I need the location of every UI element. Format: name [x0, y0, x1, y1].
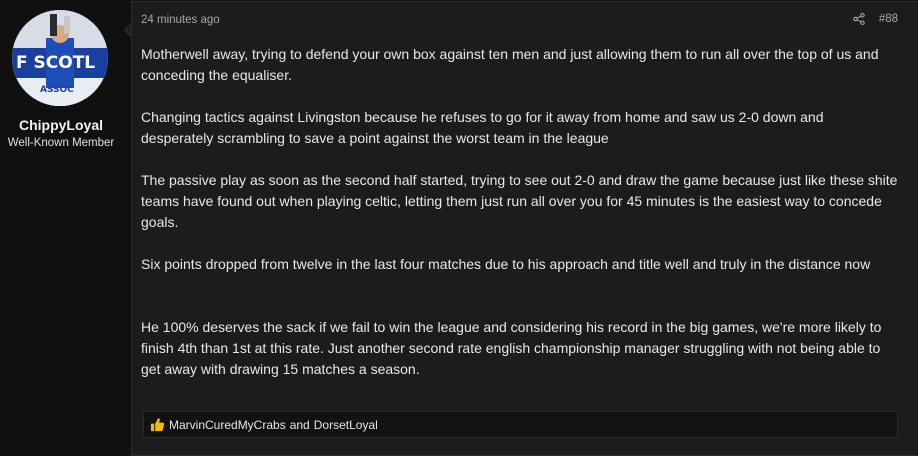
avatar[interactable]: F SCOTL ASSOC	[12, 10, 108, 106]
share-icon[interactable]	[853, 13, 865, 25]
reaction-conjunction: and	[289, 417, 310, 432]
post-timestamp[interactable]: 24 minutes ago	[141, 14, 220, 26]
message-body: Motherwell away, trying to defend your o…	[141, 44, 899, 380]
user-sidebar: F SCOTL ASSOC ChippyLoyal Well-Known Mem…	[0, 0, 122, 456]
post-paragraph: Motherwell away, trying to defend your o…	[141, 46, 879, 83]
message-cell: 24 minutes ago #88 Motherwell away, tryi…	[131, 1, 918, 456]
post-paragraph: Changing tactics against Livingston beca…	[141, 109, 824, 146]
post-paragraph: He 100% deserves the sack if we fail to …	[141, 319, 882, 377]
user-title: Well-Known Member	[7, 137, 115, 149]
message-meta: 24 minutes ago #88	[141, 13, 898, 29]
post-paragraph: The passive play as soon as the second h…	[141, 172, 898, 230]
post-number-link[interactable]: #88	[879, 13, 898, 25]
username[interactable]: ChippyLoyal	[0, 117, 122, 133]
reaction-user-link[interactable]: MarvinCuredMyCrabs	[169, 418, 286, 432]
reactions-bar: MarvinCuredMyCrabs and DorsetLoyal	[143, 411, 898, 438]
forum-post: F SCOTL ASSOC ChippyLoyal Well-Known Mem…	[0, 0, 918, 456]
thumbs-up-icon	[150, 417, 165, 432]
reaction-user-link[interactable]: DorsetLoyal	[314, 418, 378, 432]
avatar-lower-text: ASSOC	[40, 85, 74, 95]
avatar-banner-text: F SCOTL	[16, 53, 95, 73]
post-paragraph: Six points dropped from twelve in the la…	[141, 256, 871, 272]
